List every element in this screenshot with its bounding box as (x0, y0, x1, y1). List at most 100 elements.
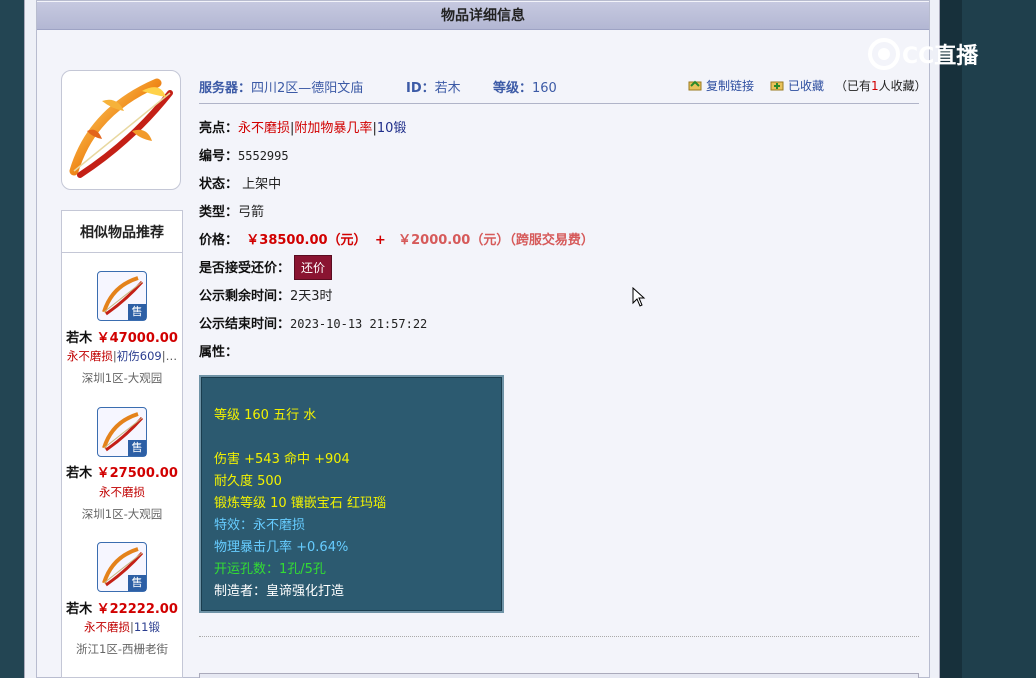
similar-item-location: 深圳1区-大观园 (81, 507, 163, 521)
cc-watermark-text: CC直播 (902, 44, 979, 69)
counter-offer-label: 是否接受还价： (199, 261, 291, 276)
similar-item-price: ￥27500.00 (96, 466, 178, 481)
status-row: 状态： 上架中 (199, 173, 281, 192)
favorite-count-suffix: 人收藏） (878, 79, 927, 93)
level-info: 等级：160 (493, 77, 557, 96)
similar-item-server: 若木 (66, 602, 93, 617)
end-time-label: 公示结束时间： (199, 317, 291, 332)
attribute-line (214, 427, 502, 449)
tag-separator: |… (161, 349, 178, 363)
end-time-row: 公示结束时间：2023-10-13 21:57:22 (199, 313, 427, 332)
attribute-line: 开运孔数：1孔/5孔 (214, 562, 326, 577)
remaining-time-value: 2天3时 (290, 289, 333, 304)
cross-server-fee: ￥2000.00（元）（跨服交易费） (398, 233, 594, 248)
attribute-line: 特效：永不磨损 (214, 518, 306, 533)
cc-watermark: CC直播 (866, 36, 1006, 76)
item-image (61, 70, 181, 190)
tag: 永不磨损 (99, 485, 145, 499)
attributes-label: 属性： (199, 345, 239, 360)
status-label: 状态： (199, 177, 239, 192)
similar-item-location: 浙江1区-西栅老街 (76, 642, 168, 656)
attribute-line: 物理暴击几率 +0.64% (214, 540, 349, 555)
similar-item-tags: 永不磨损|11锻 (62, 619, 182, 635)
similar-items-panel: 相似物品推荐 售 若木 ￥47000.00 永不磨损|初伤609|… 深圳1区-… (61, 210, 183, 678)
number-label: 编号： (199, 149, 239, 164)
similar-item-thumbnail[interactable]: 售 (97, 407, 147, 457)
sale-badge: 售 (128, 440, 146, 456)
attribute-line: 耐久度 500 (214, 474, 282, 489)
type-value: 弓箭 (238, 205, 265, 220)
favorite-label: 已收藏 (788, 79, 825, 93)
server-label: 服务器： (199, 81, 252, 96)
counter-offer-row: 是否接受还价： 还价 (199, 255, 333, 280)
attributes-row: 属性： (199, 341, 238, 360)
copy-link-label: 复制链接 (706, 79, 755, 93)
type-row: 类型：弓箭 (199, 201, 264, 220)
folder-add-icon (770, 81, 784, 91)
similar-item-price: ￥22222.00 (96, 602, 178, 617)
highlights-label: 亮点： (199, 121, 239, 136)
end-time-value: 2023-10-13 21:57:22 (290, 317, 428, 331)
favorite-button[interactable]: 已收藏 (770, 77, 824, 94)
id-value: 若木 (434, 81, 461, 96)
price-label: 价格： (199, 233, 239, 248)
bow-icon (69, 78, 173, 178)
page-title: 物品详细信息 (37, 2, 929, 30)
favorite-count-prefix: （已有 (835, 79, 872, 93)
left-background (0, 0, 24, 678)
favorite-count: （已有1人收藏） (835, 77, 927, 94)
tag: 11锻 (133, 620, 160, 634)
attribute-line: 伤害 +543 命中 +904 (214, 452, 350, 467)
server-info: 服务器：四川2区—德阳文庙 (199, 77, 363, 96)
remaining-time-row: 公示剩余时间：2天3时 (199, 285, 333, 304)
attribute-line: 锻炼等级 10 镶嵌宝石 红玛瑙 (214, 496, 386, 511)
copy-link-icon (688, 80, 702, 91)
price-row: 价格： ￥38500.00（元） + ￥2000.00（元）（跨服交易费） (199, 229, 594, 248)
favorite-count-number: 1 (871, 79, 879, 93)
similar-item-location: 深圳1区-大观园 (81, 371, 163, 385)
remaining-time-label: 公示剩余时间： (199, 289, 291, 304)
sale-badge: 售 (128, 304, 146, 320)
attributes-box: 等级 160 五行 水 伤害 +543 命中 +904 耐久度 500 锻炼等级… (199, 375, 504, 613)
similar-item-server: 若木 (66, 466, 93, 481)
level-label: 等级： (493, 81, 533, 96)
section-divider (199, 636, 919, 637)
highlight-tag: 永不磨损 (238, 121, 291, 136)
highlight-tag: 10锻 (376, 121, 407, 136)
highlights-row: 亮点：永不磨损|附加物暴几率|10锻 (199, 121, 407, 136)
bottom-panel-edge (199, 673, 919, 678)
number-value: 5552995 (238, 149, 289, 163)
right-background-strip (940, 0, 962, 678)
cc-logo-icon (868, 38, 900, 70)
id-label: ID： (406, 81, 435, 96)
counter-offer-button[interactable]: 还价 (294, 255, 333, 280)
id-info: ID：若木 (406, 77, 461, 96)
type-label: 类型： (199, 205, 239, 220)
copy-link-button[interactable]: 复制链接 (688, 77, 754, 94)
similar-item-price-line: 若木 ￥27500.00 (62, 462, 182, 481)
similar-item-price-line: 若木 ￥47000.00 (62, 327, 182, 346)
item-header: 服务器：四川2区—德阳文庙 ID：若木 等级：160 复制链接 已收藏 （已有1… (199, 74, 927, 104)
similar-item-tags: 永不磨损|初伤609|… (62, 348, 182, 364)
highlight-tag: 附加物暴几率 (294, 121, 373, 136)
tag: 永不磨损 (66, 349, 113, 363)
level-value: 160 (532, 81, 557, 96)
similar-item-thumbnail[interactable]: 售 (97, 271, 147, 321)
similar-item-price-line: 若木 ￥22222.00 (62, 598, 182, 617)
similar-item-tags: 永不磨损 (62, 484, 182, 500)
tag: 初伤609 (116, 349, 162, 363)
mouse-cursor-icon (632, 287, 646, 307)
attribute-line: 制造者：皇谛强化打造 (214, 584, 345, 599)
server-value: 四川2区—德阳文庙 (251, 81, 364, 96)
price-plus: + (374, 233, 386, 248)
similar-item-server: 若木 (66, 331, 93, 346)
number-row: 编号：5552995 (199, 145, 289, 164)
similar-item-thumbnail[interactable]: 售 (97, 542, 147, 592)
sale-badge: 售 (128, 575, 146, 591)
price-value: ￥38500.00（元） (246, 233, 367, 248)
attribute-line: 等级 160 五行 水 (214, 408, 317, 423)
status-value: 上架中 (242, 177, 282, 192)
similar-item-price: ￥47000.00 (96, 331, 178, 346)
similar-items-title: 相似物品推荐 (62, 211, 182, 253)
tag: 永不磨损 (83, 620, 130, 634)
